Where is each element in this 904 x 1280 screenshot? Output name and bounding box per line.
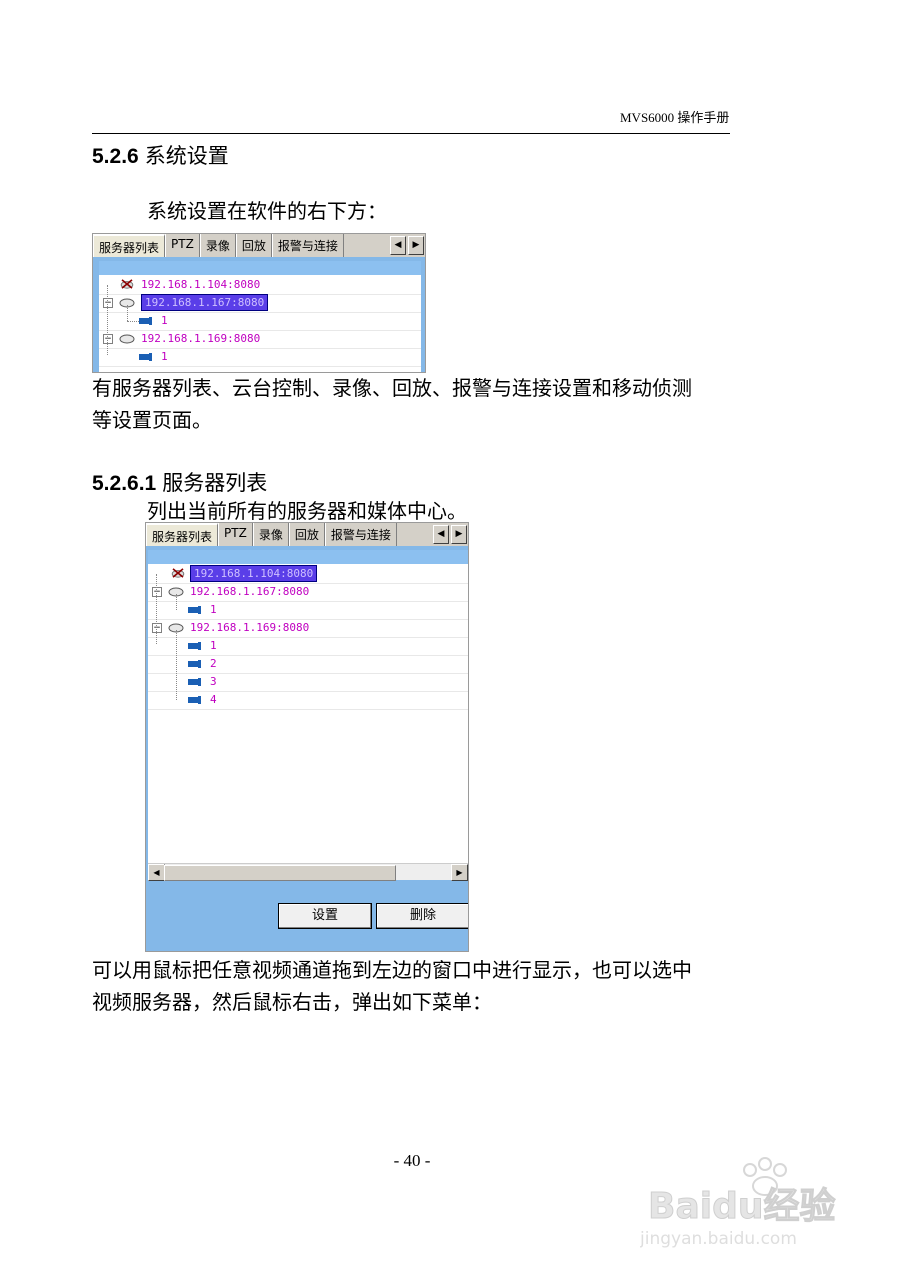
camera-icon [139,317,152,325]
collapse-icon[interactable]: − [103,298,113,308]
collapse-icon[interactable]: − [152,623,162,633]
outro-line-1: 可以用鼠标把任意视频通道拖到左边的窗口中进行显示，也可以选中 [92,958,692,982]
outro-line-2: 视频服务器，然后鼠标右击，弹出如下菜单： [92,990,492,1014]
server-icon [119,334,135,344]
description-line-2: 等设置页面。 [92,408,212,432]
tree-row[interactable]: 2 [148,655,468,674]
panel-frame: 192.168.1.104:8080 − 192.168.1.167:8080 … [93,257,425,372]
tab-alarm-connection[interactable]: 报警与连接 [271,234,344,257]
scroll-right-icon[interactable]: ▶ [451,864,468,881]
tab-ptz[interactable]: PTZ [165,234,200,257]
tab-server-list[interactable]: 服务器列表 [93,234,166,257]
channel-number: 1 [161,350,168,363]
watermark-url: jingyan.baidu.com [640,1229,797,1249]
tab-alarm-connection[interactable]: 报警与连接 [324,523,397,546]
panel-frame: 192.168.1.104:8080 − 192.168.1.167:8080 … [146,546,468,951]
camera-icon [188,696,201,704]
tree-header-band [148,550,468,564]
section-heading: 5.2.6 系统设置 [92,140,229,170]
baidu-watermark-logo: Baidu经验 jingyan.baidu.com [640,1157,836,1249]
watermark-brand: Baidu经验 [648,1186,835,1227]
section-title: 系统设置 [144,144,229,168]
server-address-selected: 192.168.1.104:8080 [190,565,318,582]
settings-button[interactable]: 设置 [278,903,372,929]
tree-connector [176,630,177,700]
server-list-panel-small: 服务器列表 PTZ 录像 回放 报警与连接 ◀ ▶ 192.168.1.104:… [92,233,426,373]
tree-connector [156,574,157,644]
tree-header-band [99,261,421,275]
document-header: MVS6000 操作手册 [620,110,730,125]
tree-row[interactable]: 4 [148,691,468,710]
channel-number: 3 [210,675,217,688]
section-number: 5.2.6 [92,145,139,168]
tree-row[interactable]: − 192.168.1.169:8080 [99,330,421,349]
collapse-icon[interactable]: − [103,334,113,344]
server-list-panel-large: 服务器列表 PTZ 录像 回放 报警与连接 ◀ ▶ 192.168.1.104:… [145,522,469,952]
collapse-icon[interactable]: − [152,587,162,597]
tab-playback[interactable]: 回放 [288,523,325,546]
disconnected-server-icon [120,279,134,289]
camera-icon [188,606,201,614]
server-tree[interactable]: 192.168.1.104:8080 − 192.168.1.167:8080 … [99,261,421,372]
tree-connector [127,321,139,322]
tree-row[interactable]: − 192.168.1.167:8080 [99,294,421,313]
tree-row[interactable]: 1 [148,637,468,656]
tree-row[interactable]: 192.168.1.104:8080 [99,276,421,295]
tab-bar: 服务器列表 PTZ 录像 回放 报警与连接 ◀ ▶ [93,234,425,258]
server-address: 192.168.1.167:8080 [190,585,310,598]
channel-number: 1 [161,314,168,327]
tab-scroll-left-icon[interactable]: ◀ [433,525,449,544]
subsection-title: 服务器列表 [162,471,268,495]
server-address: 192.168.1.104:8080 [141,278,261,291]
camera-icon [188,642,201,650]
tree-connector [176,594,177,610]
tree-row[interactable]: 3 [148,673,468,692]
camera-icon [188,660,201,668]
server-address: 192.168.1.169:8080 [190,621,310,634]
delete-button[interactable]: 删除 [376,903,468,929]
tab-record[interactable]: 录像 [199,234,236,257]
tree-row[interactable]: 192.168.1.104:8080 [148,565,468,584]
tree-row[interactable]: 1 [148,601,468,620]
tree-connector [127,305,128,321]
tree-row[interactable]: − 192.168.1.167:8080 [148,583,468,602]
tab-scroll-right-icon[interactable]: ▶ [408,236,424,255]
scroll-thumb[interactable] [164,865,396,881]
tab-scroll-right-icon[interactable]: ▶ [451,525,467,544]
camera-icon [188,678,201,686]
scroll-left-icon[interactable]: ◀ [148,864,165,881]
server-tree[interactable]: 192.168.1.104:8080 − 192.168.1.167:8080 … [148,550,468,881]
header-divider [92,133,730,134]
tab-server-list[interactable]: 服务器列表 [146,523,219,546]
tab-scroll-left-icon[interactable]: ◀ [390,236,406,255]
tree-connector [107,285,108,355]
subsection-heading: 5.2.6.1 服务器列表 [92,467,267,497]
tab-ptz[interactable]: PTZ [218,523,253,546]
server-address-selected: 192.168.1.167:8080 [141,294,269,311]
tree-row[interactable]: 1 [99,312,421,331]
channel-number: 4 [210,693,217,706]
disconnected-server-icon [171,568,185,578]
channel-number: 2 [210,657,217,670]
tree-row[interactable]: − 192.168.1.169:8080 [148,619,468,638]
channel-number: 1 [210,603,217,616]
subsection-number: 5.2.6.1 [92,472,157,495]
tab-bar: 服务器列表 PTZ 录像 回放 报警与连接 ◀ ▶ [146,523,468,547]
channel-number: 1 [210,639,217,652]
tab-playback[interactable]: 回放 [235,234,272,257]
camera-icon [139,353,152,361]
horizontal-scrollbar[interactable]: ◀ ▶ [148,863,468,881]
tree-row[interactable]: 1 [99,348,421,367]
description-line-1: 有服务器列表、云台控制、录像、回放、报警与连接设置和移动侦测 [92,376,692,400]
intro-paragraph: 系统设置在软件的右下方： [147,199,387,223]
server-address: 192.168.1.169:8080 [141,332,261,345]
tab-record[interactable]: 录像 [252,523,289,546]
